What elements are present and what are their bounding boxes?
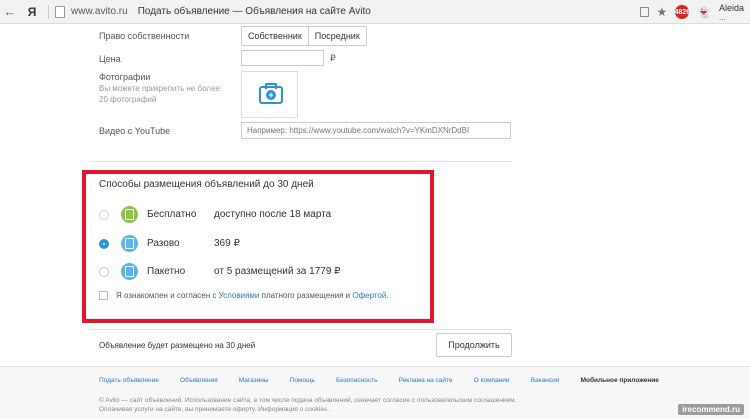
page-icon	[55, 5, 65, 18]
user-sub: ...	[718, 12, 726, 22]
youtube-label: Видео с YouTube	[99, 126, 171, 136]
footer-links: Подать объявление Объявления Магазины По…	[99, 377, 659, 384]
plan-package-desc: от 5 размещений за 1779 ₽	[214, 266, 341, 277]
footer-link[interactable]: Помощь	[290, 377, 315, 384]
agree-text: Я ознакомлен и согласен с Условиями плат…	[116, 291, 389, 300]
user-profile[interactable]: Aleida ...	[719, 3, 744, 22]
footer-link[interactable]: Магазины	[239, 377, 269, 384]
bookmark-star-icon[interactable]: ★	[657, 5, 668, 19]
plan-free-desc: доступно после 18 марта	[214, 209, 332, 220]
agree-middle: платного размещения и	[261, 291, 351, 300]
ownership-label: Право собственности	[99, 31, 190, 41]
lock-icon[interactable]	[639, 7, 649, 17]
price-label: Цена	[99, 54, 121, 64]
footer-link-mobile-app[interactable]: Мобильное приложение	[581, 377, 659, 384]
youtube-url-input[interactable]	[241, 122, 511, 139]
plan-single-desc: 369 ₽	[214, 238, 240, 249]
copyright-text: © Avito — сайт объявлений. Использование…	[99, 397, 517, 413]
plan-single-name[interactable]: Разово	[147, 238, 180, 249]
watermark: irecommend.ru	[678, 404, 744, 415]
placement-term-note: Объявление будет размещено на 30 дней	[99, 341, 256, 350]
offer-link[interactable]: Офертой	[352, 291, 386, 300]
photos-label: Фотографии	[99, 72, 151, 82]
ownership-toggle: Собственник Посредник	[241, 26, 367, 46]
browser-toolbar: ← Я www.avito.ru Подать объявление — Объ…	[0, 0, 750, 24]
plan-free-name[interactable]: Бесплатно	[147, 209, 196, 220]
currency-symbol: ₽	[330, 53, 336, 63]
footer-link[interactable]: Безопасность	[336, 377, 377, 384]
toolbar-right: ★ 4826 👻 Aleida ...	[639, 0, 744, 24]
agree-checkbox[interactable]	[99, 291, 108, 300]
footer-link[interactable]: Вакансии	[531, 377, 560, 384]
toolbar-divider	[48, 4, 49, 19]
agent-option[interactable]: Посредник	[307, 27, 366, 45]
footer-link[interactable]: Объявления	[180, 377, 218, 384]
price-input[interactable]	[241, 50, 324, 66]
add-photo-button[interactable]: +	[241, 71, 298, 118]
address-bar-host[interactable]: www.avito.ru	[71, 6, 128, 17]
plus-icon: +	[266, 90, 276, 100]
continue-button[interactable]: Продолжить	[436, 333, 512, 357]
ghost-icon[interactable]: 👻	[697, 6, 711, 19]
section-divider	[90, 161, 512, 162]
package-plan-icon	[121, 263, 138, 280]
section-divider	[90, 329, 512, 330]
footer-link[interactable]: Реклама на сайте	[399, 377, 453, 384]
extension-badge[interactable]: 4826	[674, 5, 690, 19]
plan-package-radio[interactable]	[99, 267, 109, 277]
address-bar-title[interactable]: Подать объявление — Объявления на сайте …	[138, 6, 371, 17]
photos-hint: Вы можете прикрепить не более 20 фотогра…	[99, 84, 220, 104]
agree-suffix: .	[386, 291, 389, 300]
footer-link[interactable]: О компании	[474, 377, 510, 384]
agree-prefix: Я ознакомлен и согласен с	[116, 291, 217, 300]
terms-link[interactable]: Условиями	[219, 291, 260, 300]
single-plan-icon	[121, 235, 138, 252]
camera-icon: +	[259, 83, 283, 104]
plan-package-name[interactable]: Пакетно	[147, 266, 185, 277]
user-name: Aleida	[718, 2, 744, 13]
plan-free-radio[interactable]	[99, 210, 109, 220]
footer-link[interactable]: Подать объявление	[99, 377, 159, 384]
yandex-logo[interactable]: Я	[20, 5, 44, 19]
owner-option[interactable]: Собственник	[242, 27, 308, 45]
plan-single-radio[interactable]	[99, 239, 109, 249]
plans-title: Способы размещения объявлений до 30 дней	[99, 179, 314, 190]
back-icon[interactable]: ←	[0, 0, 20, 24]
free-plan-icon	[121, 206, 138, 223]
